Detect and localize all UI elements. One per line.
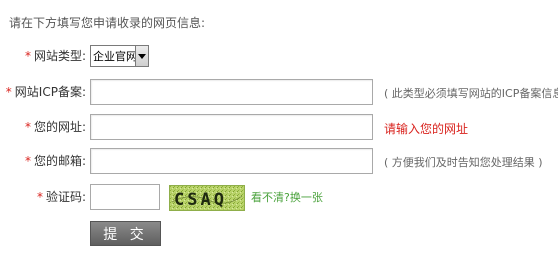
captcha-image[interactable]: CSAQ — [169, 185, 245, 211]
icp-label-text: 网站ICP备案: — [14, 85, 86, 99]
submit-button[interactable]: 提 交 — [90, 221, 161, 246]
chevron-down-icon[interactable] — [135, 46, 148, 66]
url-error: 请输入您的网址 — [384, 122, 469, 136]
url-input[interactable] — [90, 114, 373, 140]
captcha-input[interactable] — [90, 184, 160, 210]
page-intro: 请在下方填写您申请收录的网页信息: — [9, 16, 206, 30]
required-mark: * — [5, 85, 12, 99]
required-mark: * — [36, 190, 43, 204]
row-icp: * 网站ICP备案: ( 此类型必须填写网站的ICP备案信息 ) — [0, 79, 558, 109]
email-input[interactable] — [90, 148, 373, 174]
site-type-label-text: 网站类型: — [33, 49, 86, 63]
site-type-label: * 网站类型: — [25, 45, 86, 67]
icp-input[interactable] — [90, 79, 373, 105]
required-mark: * — [24, 154, 31, 168]
captcha-text: CSAQ — [174, 190, 227, 210]
icp-hint: ( 此类型必须填写网站的ICP备案信息 ) — [384, 87, 558, 100]
row-url: * 您的网址: 请输入您的网址 — [0, 114, 558, 144]
icp-label: * 网站ICP备案: — [6, 81, 86, 103]
site-type-selected: 企业官网 — [93, 50, 135, 63]
email-hint: ( 方便我们及时告知您处理结果 ) — [384, 156, 543, 169]
captcha-refresh-link[interactable]: 看不清?换一张 — [251, 189, 323, 205]
row-email: * 您的邮箱: ( 方便我们及时告知您处理结果 ) — [0, 148, 558, 178]
site-type-select[interactable]: 企业官网 — [90, 45, 149, 67]
email-label-text: 您的邮箱: — [33, 154, 86, 168]
captcha-label-text: 验证码: — [45, 190, 86, 204]
required-mark: * — [24, 49, 31, 63]
row-site-type: * 网站类型: 企业官网 — [0, 45, 558, 75]
row-captcha: * 验证码: CSAQ 看不清?换一张 — [0, 184, 558, 214]
captcha-label: * 验证码: — [37, 186, 86, 208]
url-label-text: 您的网址: — [33, 120, 86, 134]
email-label: * 您的邮箱: — [25, 150, 86, 172]
url-label: * 您的网址: — [25, 116, 86, 138]
required-mark: * — [24, 120, 31, 134]
